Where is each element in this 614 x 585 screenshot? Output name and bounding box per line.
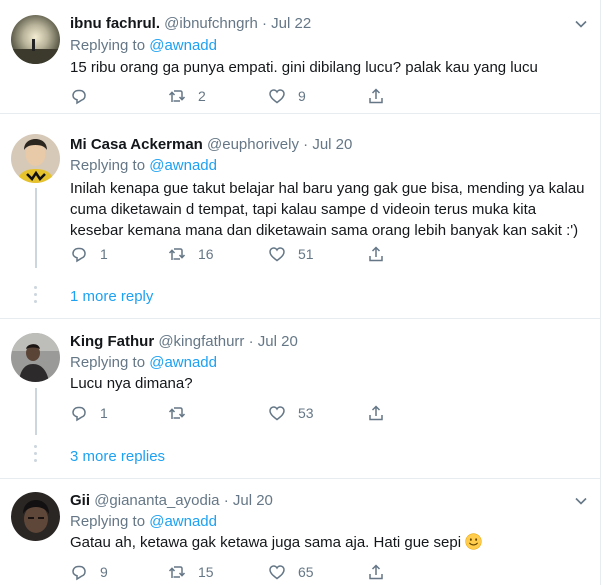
retweet-icon <box>168 90 186 102</box>
like-count: 65 <box>298 564 314 580</box>
reply-button[interactable] <box>70 86 100 106</box>
tweet-date[interactable]: Jul 20 <box>258 333 298 350</box>
like-button[interactable]: 9 <box>268 86 306 106</box>
slightly-smiling-face-emoji <box>465 533 482 550</box>
mention-link[interactable]: @awnadd <box>149 37 217 54</box>
user-handle[interactable]: @ibnufchngrh <box>164 15 258 32</box>
thread-line <box>35 388 37 435</box>
thread-dots <box>34 445 38 466</box>
mention-link[interactable]: @awnadd <box>149 354 217 371</box>
display-name[interactable]: Mi Casa Ackerman <box>70 136 203 153</box>
thread-line <box>35 188 37 268</box>
like-button[interactable]: 53 <box>268 403 314 423</box>
tweet-king-fathur[interactable]: King Fathur @kingfathurr · Jul 20 Replyi… <box>0 319 600 435</box>
tweet-date[interactable]: Jul 20 <box>312 136 352 153</box>
reply-count: 9 <box>100 564 108 580</box>
more-replies-link[interactable]: 3 more replies <box>70 447 165 467</box>
timeline-right-border <box>600 0 601 585</box>
retweet-icon <box>168 566 186 578</box>
tweet-date[interactable]: Jul 20 <box>233 492 273 509</box>
show-more-replies[interactable]: 1 more reply <box>0 274 600 319</box>
share-button[interactable] <box>367 562 385 582</box>
more-replies-link[interactable]: 1 more reply <box>70 287 153 307</box>
reply-button[interactable]: 1 <box>70 244 108 264</box>
user-handle[interactable]: @euphorively <box>207 136 299 153</box>
reply-icon <box>72 89 86 105</box>
like-button[interactable]: 51 <box>268 244 314 264</box>
share-icon <box>369 246 383 262</box>
reply-count: 1 <box>100 405 108 421</box>
retweet-count: 16 <box>198 246 214 262</box>
tweet-mi-casa-ackerman[interactable]: Mi Casa Ackerman @euphorively · Jul 20 R… <box>0 114 600 274</box>
share-icon <box>369 88 383 104</box>
like-count: 51 <box>298 246 314 262</box>
mention-link[interactable]: @awnadd <box>149 157 217 174</box>
share-icon <box>369 405 383 421</box>
reply-icon <box>72 247 86 263</box>
thread-dots <box>34 286 38 307</box>
tweet-text: Inilah kenapa gue takut belajar hal baru… <box>70 180 585 239</box>
chevron-down-icon[interactable] <box>574 494 588 508</box>
replying-to-label: Replying to <box>70 157 150 174</box>
replying-to-label: Replying to <box>70 37 150 54</box>
heart-icon <box>269 89 285 104</box>
reply-count: 1 <box>100 246 108 262</box>
separator-dot: · <box>248 333 254 350</box>
heart-icon <box>269 565 285 580</box>
like-button[interactable]: 65 <box>268 562 314 582</box>
user-handle[interactable]: @kingfathurr <box>158 333 244 350</box>
tweet-date[interactable]: Jul 22 <box>271 15 311 32</box>
tweet-gii[interactable]: Gii @giananta_ayodia · Jul 20 Replying t… <box>0 479 600 585</box>
share-icon <box>369 564 383 580</box>
reply-icon <box>72 565 86 581</box>
share-button[interactable] <box>367 86 385 106</box>
tweet-text: Gatau ah, ketawa gak ketawa juga sama aj… <box>70 534 462 551</box>
retweet-icon <box>168 407 186 419</box>
retweet-button[interactable]: 16 <box>168 244 214 264</box>
tweet-text: Lucu nya dimana? <box>70 375 193 392</box>
share-button[interactable] <box>367 244 385 264</box>
show-more-replies[interactable]: 3 more replies <box>0 435 600 479</box>
mention-link[interactable]: @awnadd <box>149 513 217 530</box>
tweet-text: 15 ribu orang ga punya empati. gini dibi… <box>70 59 538 76</box>
chevron-down-icon[interactable] <box>574 17 588 31</box>
separator-dot: · <box>303 136 309 153</box>
display-name[interactable]: Gii <box>70 492 90 509</box>
retweet-button[interactable]: 2 <box>168 86 206 106</box>
retweet-button[interactable] <box>168 403 198 423</box>
like-count: 9 <box>298 88 306 104</box>
retweet-icon <box>168 248 186 260</box>
display-name[interactable]: ibnu fachrul. <box>70 15 160 32</box>
separator-dot: · <box>261 15 267 32</box>
replying-to-label: Replying to <box>70 513 150 530</box>
display-name[interactable]: King Fathur <box>70 333 154 350</box>
avatar[interactable] <box>11 15 60 64</box>
share-button[interactable] <box>367 403 385 423</box>
retweet-button[interactable]: 15 <box>168 562 214 582</box>
separator-dot: · <box>223 492 229 509</box>
avatar[interactable] <box>11 134 60 183</box>
replying-to-label: Replying to <box>70 354 150 371</box>
reply-button[interactable]: 1 <box>70 403 108 423</box>
tweet-ibnu-fachrul[interactable]: ibnu fachrul. @ibnufchngrh · Jul 22 Repl… <box>0 0 600 114</box>
reply-icon <box>72 406 86 422</box>
retweet-count: 15 <box>198 564 214 580</box>
heart-icon <box>269 406 285 421</box>
user-handle[interactable]: @giananta_ayodia <box>94 492 219 509</box>
avatar[interactable] <box>11 333 60 382</box>
like-count: 53 <box>298 405 314 421</box>
avatar[interactable] <box>11 492 60 541</box>
reply-button[interactable]: 9 <box>70 562 108 582</box>
retweet-count: 2 <box>198 88 206 104</box>
heart-icon <box>269 247 285 262</box>
